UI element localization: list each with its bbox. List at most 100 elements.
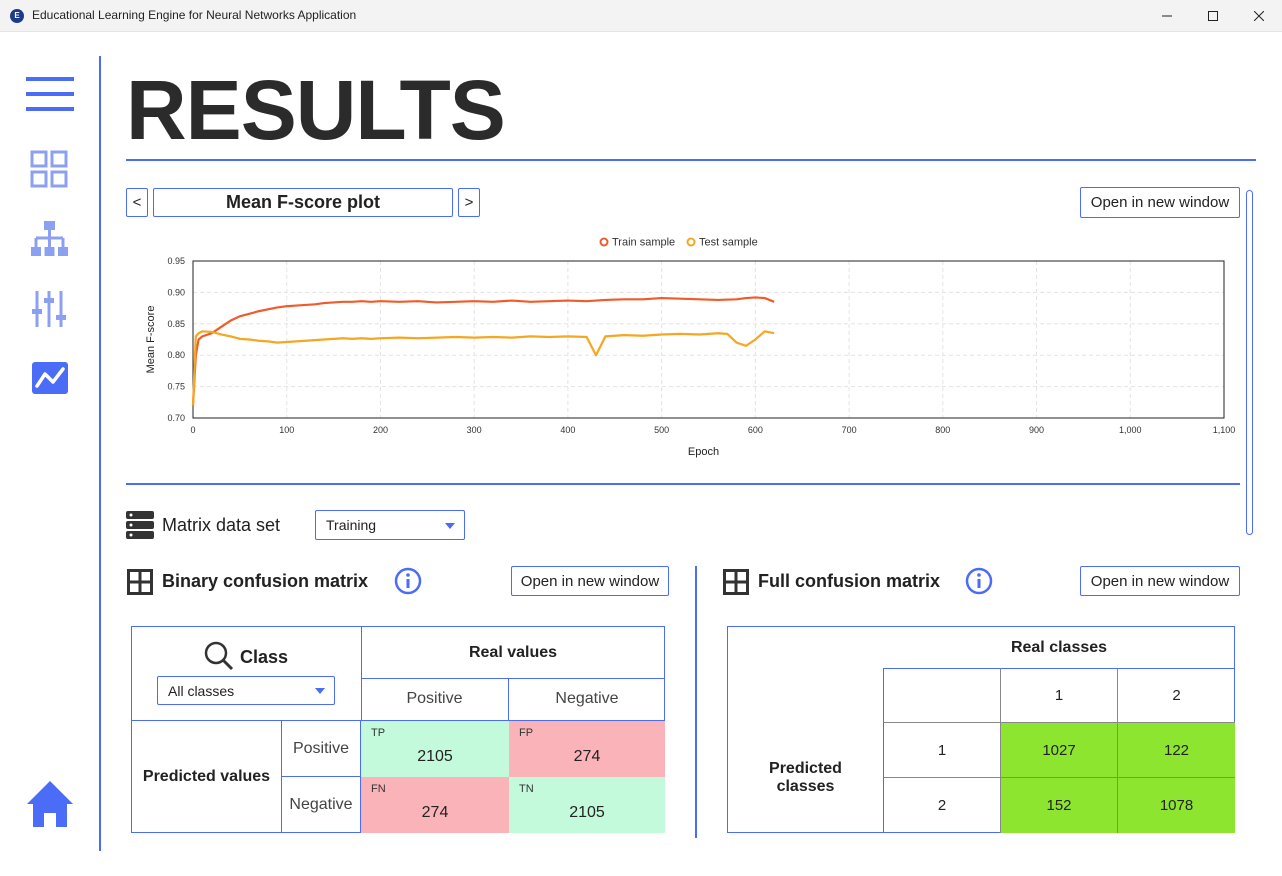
full-matrix-title: Full confusion matrix bbox=[758, 571, 941, 591]
class-selected: All classes bbox=[168, 683, 235, 699]
predicted-positive-header: Positive bbox=[282, 721, 361, 777]
x-tick-label: 1,000 bbox=[1119, 425, 1142, 435]
chevron-down-icon bbox=[445, 523, 455, 529]
full-open-window-button[interactable]: Open in new window bbox=[1080, 566, 1240, 596]
fn-value: 274 bbox=[421, 804, 449, 821]
info-icon bbox=[965, 567, 993, 595]
home-button[interactable] bbox=[26, 780, 74, 827]
page-title: RESULTS bbox=[126, 63, 506, 157]
plot-panel-scrollbar[interactable] bbox=[1246, 190, 1253, 535]
x-tick-label: 0 bbox=[190, 425, 195, 435]
real-classes-header: Real classes bbox=[1010, 638, 1108, 656]
row-header-2: 2 bbox=[883, 777, 1001, 833]
predicted-negative-header: Negative bbox=[282, 777, 361, 833]
class-label: Class bbox=[240, 647, 289, 667]
window-title: Educational Learning Engine for Neural N… bbox=[32, 8, 357, 22]
matrix-set-label: Matrix data set bbox=[162, 515, 281, 535]
binary-info-button[interactable] bbox=[394, 567, 422, 595]
table-grid-icon bbox=[127, 569, 153, 595]
minimize-icon bbox=[1162, 15, 1172, 17]
app-logo-icon: E bbox=[10, 9, 24, 23]
x-tick-label: 200 bbox=[373, 425, 388, 435]
tp-value: 2105 bbox=[417, 748, 453, 765]
x-tick-label: 1,100 bbox=[1213, 425, 1236, 435]
y-tick-label: 0.85 bbox=[167, 319, 185, 329]
series-line-1 bbox=[191, 296, 775, 406]
x-tick-label: 400 bbox=[560, 425, 575, 435]
legend-marker-2 bbox=[686, 237, 696, 247]
binary-matrix-title: Binary confusion matrix bbox=[162, 571, 369, 591]
y-tick-label: 0.90 bbox=[167, 287, 185, 297]
plot-open-window-button[interactable]: Open in new window bbox=[1080, 187, 1240, 218]
sidebar-divider bbox=[99, 56, 101, 851]
sidebar-item-settings[interactable] bbox=[31, 289, 79, 329]
home-icon bbox=[27, 781, 73, 827]
x-axis-label: Epoch bbox=[688, 446, 719, 458]
tn-tag: TN bbox=[519, 783, 534, 795]
sliders-icon bbox=[32, 291, 66, 327]
y-tick-label: 0.70 bbox=[167, 413, 185, 423]
x-tick-label: 700 bbox=[842, 425, 857, 435]
grid-icon bbox=[30, 150, 68, 188]
matrix-cell-1-2: 122 bbox=[1117, 722, 1235, 778]
tn-cell: TN 2105 bbox=[509, 777, 665, 833]
x-tick-label: 100 bbox=[279, 425, 294, 435]
tp-tag: TP bbox=[371, 727, 386, 739]
class-dropdown[interactable]: All classes bbox=[157, 676, 335, 705]
col-header-1: 1 bbox=[1000, 668, 1118, 723]
legend-marker-1 bbox=[599, 237, 609, 247]
chart-line-icon bbox=[32, 362, 68, 394]
y-tick-label: 0.80 bbox=[167, 350, 185, 360]
series-line-2 bbox=[191, 330, 775, 406]
x-tick-label: 900 bbox=[1029, 425, 1044, 435]
table-grid-icon bbox=[723, 569, 749, 595]
y-tick-label: 0.95 bbox=[167, 256, 185, 266]
full-info-button[interactable] bbox=[965, 567, 993, 595]
x-tick-label: 300 bbox=[467, 425, 482, 435]
server-stack-icon bbox=[126, 511, 154, 539]
real-values-header: Real values bbox=[361, 627, 665, 679]
tp-cell: TP 2105 bbox=[361, 721, 509, 777]
predicted-classes-header: Predicted classes bbox=[769, 759, 842, 795]
hamburger-menu-icon bbox=[26, 77, 74, 111]
real-negative-header: Negative bbox=[509, 678, 665, 721]
chevron-down-icon bbox=[315, 688, 325, 694]
fp-value: 274 bbox=[573, 748, 601, 765]
search-icon bbox=[204, 641, 234, 671]
window-titlebar: E Educational Learning Engine for Neural… bbox=[0, 0, 1282, 32]
hamburger-menu-button[interactable] bbox=[26, 75, 74, 115]
y-axis-label: Mean F-score bbox=[145, 306, 157, 374]
sidebar-item-results[interactable] bbox=[32, 362, 80, 402]
y-tick-label: 0.75 bbox=[167, 382, 185, 392]
legend-label-1: Train sample bbox=[612, 237, 675, 249]
next-plot-button[interactable]: > bbox=[458, 188, 480, 217]
sidebar-item-network[interactable] bbox=[30, 220, 78, 260]
close-button[interactable] bbox=[1236, 0, 1282, 32]
x-tick-label: 600 bbox=[748, 425, 763, 435]
close-icon bbox=[1254, 11, 1264, 21]
matrix-cell-2-1: 152 bbox=[1000, 777, 1118, 833]
binary-matrix-table: Class All classes Real values Positive N… bbox=[131, 626, 665, 833]
fn-cell: FN 274 bbox=[361, 777, 509, 833]
plot-bottom-divider bbox=[126, 483, 1240, 485]
matrix-cell-1-1: 1027 bbox=[1000, 722, 1118, 778]
plot-name-display: Mean F-score plot bbox=[153, 188, 453, 217]
fn-tag: FN bbox=[371, 783, 386, 795]
class-selector-cell bbox=[132, 627, 362, 721]
matrix-set-dropdown[interactable]: Training bbox=[315, 510, 465, 540]
prev-plot-button[interactable]: < bbox=[126, 188, 148, 217]
minimize-button[interactable] bbox=[1144, 0, 1190, 32]
fp-cell: FP 274 bbox=[509, 721, 665, 777]
row-header-1: 1 bbox=[883, 722, 1001, 778]
sidebar-item-dashboard[interactable] bbox=[30, 150, 78, 190]
x-tick-label: 800 bbox=[935, 425, 950, 435]
maximize-button[interactable] bbox=[1190, 0, 1236, 32]
tn-value: 2105 bbox=[569, 804, 605, 821]
col-header-2: 2 bbox=[1117, 668, 1235, 723]
matrix-divider bbox=[695, 566, 697, 838]
network-hierarchy-icon bbox=[31, 221, 68, 256]
real-positive-header: Positive bbox=[361, 678, 509, 721]
maximize-icon bbox=[1208, 11, 1218, 21]
matrix-corner-cell bbox=[883, 668, 1001, 723]
binary-open-window-button[interactable]: Open in new window bbox=[511, 566, 669, 596]
